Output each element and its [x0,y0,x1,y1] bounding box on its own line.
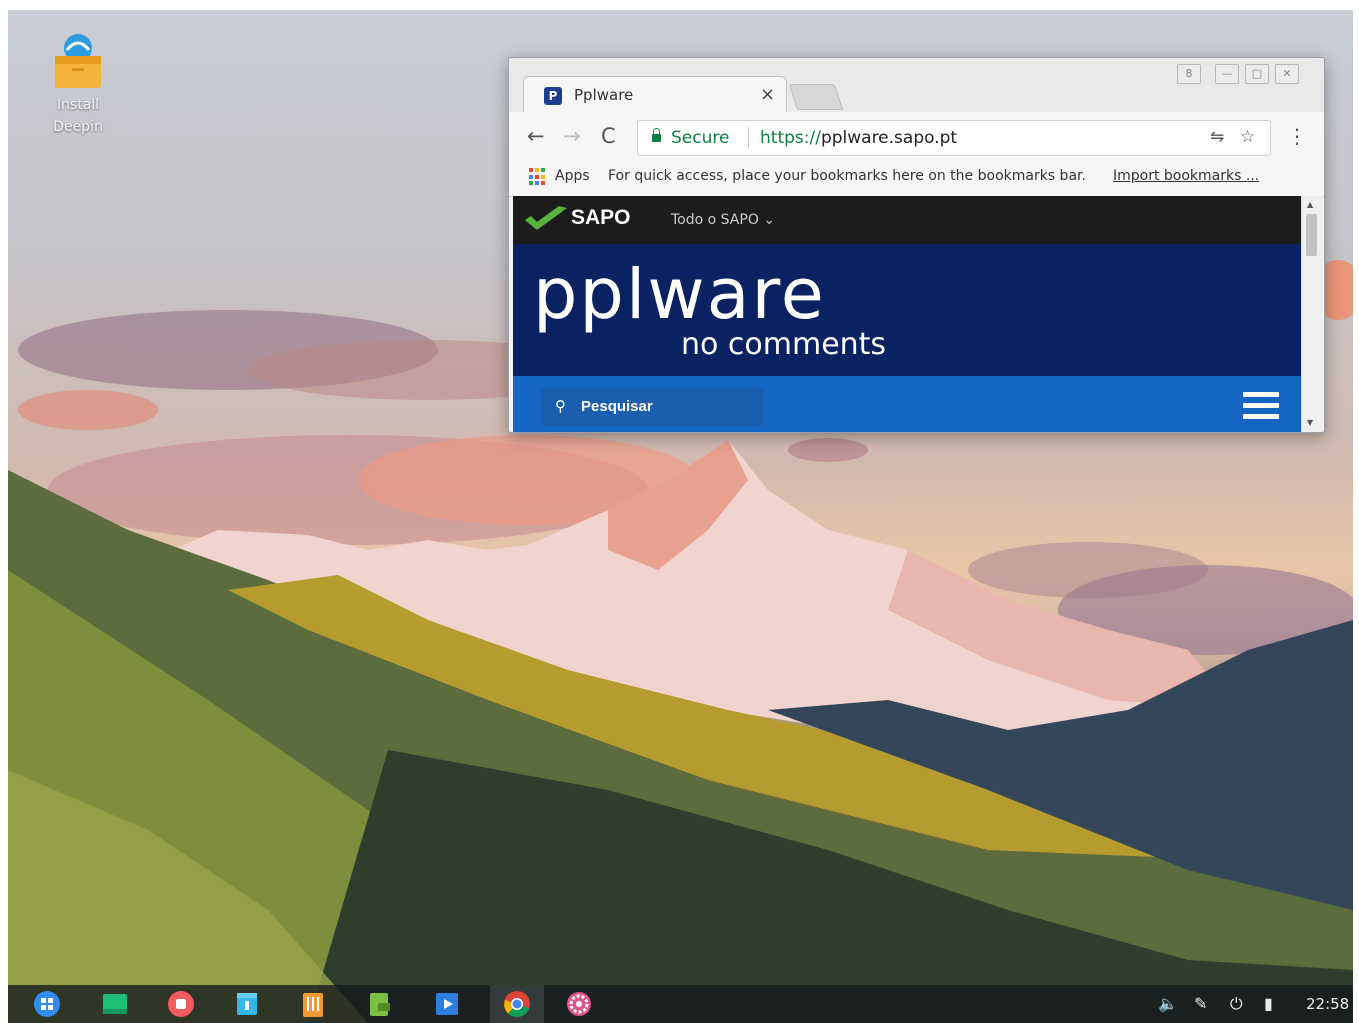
search-icon: ⚲ [555,397,566,415]
chrome-taskbar-button[interactable] [490,985,544,1023]
app-store-icon[interactable] [232,989,262,1019]
pen-icon[interactable]: ✎ [1194,994,1207,1013]
tab-strip: P Pplware × 8 — □ ✕ [509,58,1324,113]
scroll-up-icon[interactable]: ▲ [1307,200,1313,209]
secure-indicator[interactable]: Secure [652,128,729,148]
scroll-down-icon[interactable]: ▼ [1307,418,1313,427]
url-scheme: https:// [760,128,821,148]
settings-gear-icon[interactable] [564,989,594,1019]
install-deepin-icon[interactable]: Install Deepin [38,32,118,138]
launcher-icon[interactable] [32,989,62,1019]
search-placeholder: Pesquisar [581,398,653,415]
scroll-thumb[interactable] [1306,214,1317,256]
taskbar: 🔈 ✎ ⏻ ▮ 22:58 [8,985,1353,1023]
secure-label: Secure [671,128,730,148]
pplware-logo: pplware no comments [533,266,886,362]
terminal-icon[interactable] [100,989,130,1019]
chrome-icon [504,991,530,1018]
apps-shortcut[interactable]: Apps [555,168,590,184]
minimize-button[interactable]: — [1215,64,1239,84]
tab-pplware[interactable]: P Pplware × [523,76,787,113]
hero-title: pplware [533,266,826,335]
bookmarks-bar: Apps For quick access, place your bookma… [509,158,1324,197]
lock-icon [652,128,661,142]
address-separator [748,127,749,149]
screen-recorder-icon[interactable] [166,989,196,1019]
power-icon[interactable]: ⏻ [1230,994,1243,1014]
installer-package-icon [51,32,105,92]
navigation-toolbar: ← → C Secure https://pplware.sapo.pt ⇋ ☆… [509,112,1324,158]
archive-manager-icon[interactable] [298,989,328,1019]
sapo-dropdown[interactable]: Todo o SAPO ⌄ [671,212,775,228]
browser-window: P Pplware × 8 — □ ✕ ← → C Secure https:/… [508,57,1325,433]
icon-label-line2: Deepin [53,119,103,135]
forward-arrow-icon[interactable]: → [563,124,581,148]
sapo-header: SAPO Todo o SAPO ⌄ [513,196,1301,244]
back-arrow-icon[interactable]: ← [527,124,545,148]
icon-label-line1: Install [56,97,100,113]
volume-icon[interactable]: 🔈 [1158,994,1178,1013]
address-bar[interactable]: Secure https://pplware.sapo.pt ⇋ ☆ [637,120,1271,156]
hamburger-menu-icon[interactable] [1243,392,1279,422]
page-content: SAPO Todo o SAPO ⌄ pplware no comments ⚲… [513,196,1301,432]
new-tab-button[interactable] [788,84,844,110]
close-button[interactable]: ✕ [1275,64,1299,84]
url-host: pplware.sapo.pt [820,128,958,148]
tab-close-icon[interactable]: × [760,84,775,105]
tab-title: Pplware [574,86,634,104]
apps-grid-icon[interactable] [529,168,547,186]
bookmark-star-icon[interactable]: ☆ [1240,127,1255,147]
import-bookmarks-link[interactable]: Import bookmarks ... [1113,168,1259,184]
clock[interactable]: 22:58 [1306,995,1349,1013]
profile-button[interactable]: 8 [1177,64,1201,84]
media-player-icon[interactable] [432,989,462,1019]
document-viewer-icon[interactable] [364,989,394,1019]
battery-icon[interactable]: ▮ [1264,994,1273,1013]
pplware-banner[interactable]: pplware no comments [513,244,1301,376]
sapo-check-icon [525,206,567,230]
maximize-button[interactable]: □ [1245,64,1269,84]
pplware-favicon-icon: P [544,87,562,105]
browser-menu-icon[interactable]: ⋮ [1287,124,1307,148]
search-input[interactable]: ⚲ Pesquisar [541,388,763,426]
url-text[interactable]: https://pplware.sapo.pt [760,128,957,148]
vertical-scrollbar[interactable]: ▲ ▼ [1301,196,1322,432]
hero-tagline: no comments [681,327,886,362]
bookmarks-hint: For quick access, place your bookmarks h… [608,168,1086,184]
sapo-logo[interactable]: SAPO [571,206,631,230]
translate-icon[interactable]: ⇋ [1210,127,1224,147]
search-bar: ⚲ Pesquisar [513,376,1301,432]
reload-icon[interactable]: C [601,124,616,148]
